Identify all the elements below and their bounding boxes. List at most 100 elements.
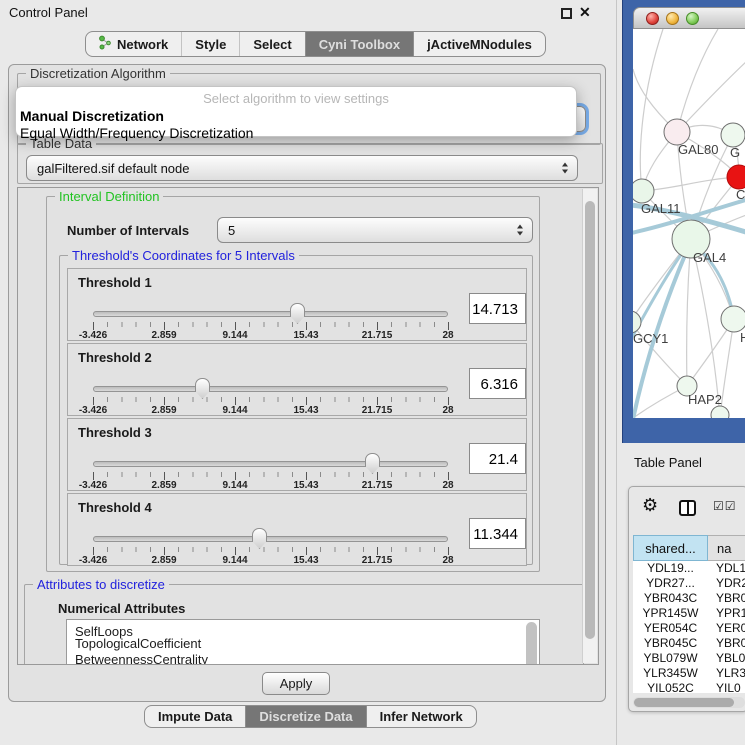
tick-label: -3.426 xyxy=(79,405,107,416)
settings-scrollbar[interactable] xyxy=(582,189,597,663)
slider-track[interactable] xyxy=(93,311,448,317)
tab-label: Impute Data xyxy=(158,709,232,724)
slider-tick-labels: -3.426 2.859 9.144 15.43 21.715 28 xyxy=(93,555,449,566)
slider-thumb[interactable] xyxy=(195,378,210,399)
tab-label: Cyni Toolbox xyxy=(319,37,400,52)
mac-minimize-icon[interactable] xyxy=(666,12,679,25)
mac-close-icon[interactable] xyxy=(646,12,659,25)
tick-label: 15.43 xyxy=(293,480,318,491)
column-header-shared-name[interactable]: shared... xyxy=(633,535,708,561)
list-item[interactable]: SelfLoops xyxy=(67,620,539,636)
tab-impute-data[interactable]: Impute Data xyxy=(145,706,245,727)
tab-discretize-data[interactable]: Discretize Data xyxy=(245,706,365,727)
threshold-value-field[interactable]: 14.713 xyxy=(469,293,526,324)
columns-icon[interactable] xyxy=(679,500,696,516)
float-window-icon[interactable] xyxy=(561,8,572,19)
table-row[interactable]: YER054CYER0 xyxy=(633,621,745,636)
tab-jactivemnodules[interactable]: jActiveMNodules xyxy=(413,32,545,56)
tick-label: -3.426 xyxy=(79,555,107,566)
tab-cyni-toolbox[interactable]: Cyni Toolbox xyxy=(305,32,413,56)
tab-infer-network[interactable]: Infer Network xyxy=(366,706,476,727)
node-label-gal4: GAL4 xyxy=(693,250,726,265)
network-icon xyxy=(99,35,111,53)
threshold-value-field[interactable]: 6.316 xyxy=(469,368,526,399)
tab-label: Select xyxy=(253,37,291,52)
table-panel-title: Table Panel xyxy=(634,455,702,470)
tab-select[interactable]: Select xyxy=(239,32,304,56)
threshold-value-field[interactable]: 11.344 xyxy=(469,518,526,549)
close-icon[interactable]: ✕ xyxy=(579,4,591,21)
checkbox-icons[interactable]: ☑☑ xyxy=(713,499,737,513)
slider-track[interactable] xyxy=(93,536,448,542)
table-row[interactable]: YPR145WYPR1 xyxy=(633,606,745,621)
tick-label: 2.859 xyxy=(151,405,176,416)
dropdown-prompt-item[interactable]: Select algorithm to view settings xyxy=(16,91,576,106)
number-of-intervals-spinner[interactable]: 5 xyxy=(217,217,533,243)
cell: YBL079W xyxy=(633,651,708,666)
threshold-2-panel: Threshold 2 -3.426 2.859 9.144 15.43 21.… xyxy=(67,343,527,416)
scrollbar-thumb[interactable] xyxy=(634,698,734,707)
tick-label: -3.426 xyxy=(79,480,107,491)
slider-thumb[interactable] xyxy=(365,453,380,474)
cell: YBR0 xyxy=(708,591,745,606)
tick-label: 21.715 xyxy=(362,405,393,416)
table-row[interactable]: YBR045CYBR0 xyxy=(633,636,745,651)
network-window-titlebar[interactable] xyxy=(633,7,745,29)
tick-label: 9.144 xyxy=(222,480,247,491)
node-label-gal80: GAL80 xyxy=(678,142,718,157)
slider-thumb[interactable] xyxy=(252,528,267,549)
slider-tick-labels: -3.426 2.859 9.144 15.43 21.715 28 xyxy=(93,480,449,491)
apply-button[interactable]: Apply xyxy=(262,672,330,695)
network-view-window: GAL80 G C GAL11 GAL4 GCY1 H HAP2 xyxy=(622,0,745,443)
scrollbar-thumb[interactable] xyxy=(585,201,595,639)
table-horizontal-scrollbar[interactable] xyxy=(633,697,745,708)
attributes-group: Attributes to discretize Numerical Attri… xyxy=(24,584,584,665)
tab-style[interactable]: Style xyxy=(181,32,239,56)
column-header-name[interactable]: na xyxy=(708,535,745,561)
tick-label: 9.144 xyxy=(222,330,247,341)
cell: YDL1 xyxy=(708,561,745,576)
tick-label: 9.144 xyxy=(222,555,247,566)
table-row[interactable]: YIL052CYIL0 xyxy=(633,681,745,693)
tick-label: 28 xyxy=(442,480,453,491)
tick-label: 15.43 xyxy=(293,330,318,341)
table-row[interactable]: YDR27...YDR2 xyxy=(633,576,745,591)
threshold-label: Threshold 2 xyxy=(78,350,152,365)
numerical-attributes-list: SelfLoops TopologicalCoefficient Between… xyxy=(66,619,540,665)
threshold-label: Threshold 4 xyxy=(78,500,152,515)
table-row[interactable]: YDL19...YDL1 xyxy=(633,561,745,576)
table-rows: YDL19...YDL1 YDR27...YDR2 YBR043CYBR0 YP… xyxy=(633,561,745,693)
tab-network[interactable]: Network xyxy=(86,32,181,56)
mac-zoom-icon[interactable] xyxy=(686,12,699,25)
network-graph: GAL80 G C GAL11 GAL4 GCY1 H HAP2 xyxy=(633,29,745,418)
node-gcy1 xyxy=(633,311,641,333)
dropdown-option-equal-width-frequency[interactable]: Equal Width/Frequency Discretization xyxy=(20,125,576,141)
slider-track[interactable] xyxy=(93,461,448,467)
group-label: Interval Definition xyxy=(55,189,163,204)
group-label: Discretization Algorithm xyxy=(26,66,170,81)
panel-divider[interactable] xyxy=(616,0,617,745)
slider-track[interactable] xyxy=(93,386,448,392)
table-row[interactable]: YBR043CYBR0 xyxy=(633,591,745,606)
table-data-combobox[interactable]: galFiltered.sif default node xyxy=(26,155,578,181)
list-item[interactable]: TopologicalCoefficient xyxy=(67,636,539,652)
gear-icon[interactable]: ⚙ xyxy=(642,495,658,516)
table-data-group: Table Data galFiltered.sif default node xyxy=(17,143,603,184)
tick-label: 21.715 xyxy=(362,330,393,341)
slider-thumb[interactable] xyxy=(290,303,305,324)
cytoscape-workspace: Control Panel ✕ Network Style Select Cyn… xyxy=(0,0,745,745)
cell: YBR043C xyxy=(633,591,708,606)
network-canvas[interactable]: GAL80 G C GAL11 GAL4 GCY1 H HAP2 xyxy=(633,29,745,418)
interval-definition-group: Interval Definition Number of Intervals … xyxy=(46,196,540,572)
cell: YBR0 xyxy=(708,636,745,651)
list-item[interactable]: BetweennessCentrality xyxy=(67,652,539,665)
table-row[interactable]: YBL079WYBL0 xyxy=(633,651,745,666)
list-scrollbar[interactable] xyxy=(526,622,537,665)
cell: YER0 xyxy=(708,621,745,636)
table-row[interactable]: YLR345WYLR3 xyxy=(633,666,745,681)
node-label-partial-h: H xyxy=(740,330,745,345)
threshold-value-field[interactable]: 21.4 xyxy=(469,443,526,474)
table-panel-window: ⚙ ☑☑ shared... na YDL19...YDL1 YDR27...Y… xyxy=(628,486,745,712)
cell: YLR345W xyxy=(633,666,708,681)
dropdown-option-manual-discretization[interactable]: Manual Discretization xyxy=(20,108,576,124)
